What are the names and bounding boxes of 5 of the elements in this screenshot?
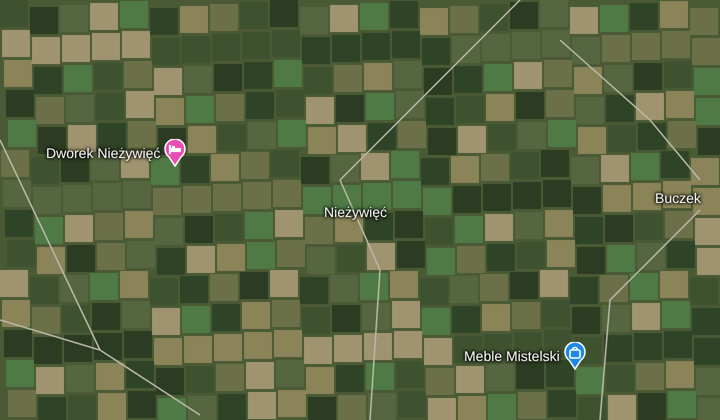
- bed-pin-icon[interactable]: [164, 139, 186, 167]
- place-label[interactable]: Dworek Nieżywięć: [46, 145, 160, 161]
- shopping-bag-pin-icon[interactable]: [564, 342, 586, 370]
- place-label[interactable]: Meble Mistelski: [464, 348, 560, 364]
- place-label[interactable]: Buczek: [655, 190, 701, 206]
